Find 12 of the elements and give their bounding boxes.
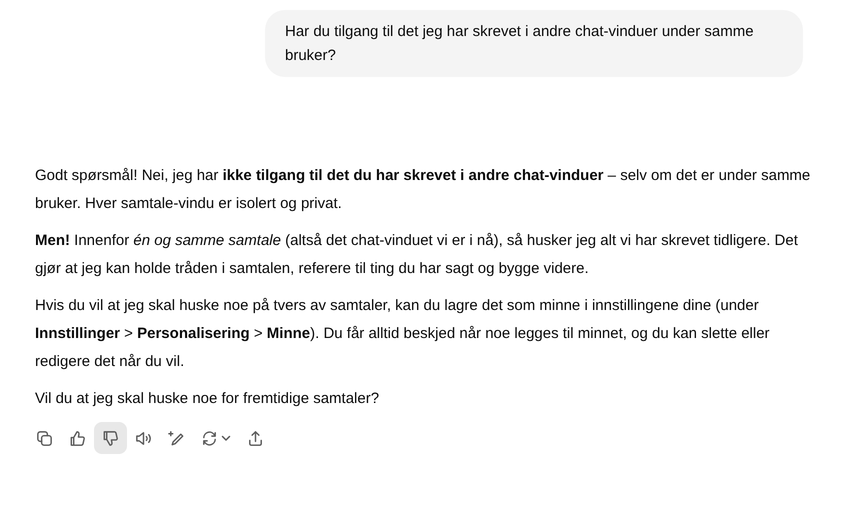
refresh-icon	[200, 428, 219, 448]
answer-paragraph: Vil du at jeg skal huske noe for fremtidige samtaler?	[35, 389, 380, 409]
pencil-icon	[167, 428, 186, 448]
thumbs-down-icon	[101, 428, 120, 448]
share-icon	[246, 428, 265, 448]
thumbs-down-button[interactable]	[94, 422, 127, 454]
answer-paragraph: Men! Innenfor én og samme samtale (altså det chat-vinduet vi er i nå), så husker jeg alt vi har skrevet tidligere. Det gjør at jeg kan holde tråden i samtalen, referere til ting du har sagt og bygge videre.	[35, 231, 799, 279]
answer-paragraph: Godt spørsmål! Nei, jeg har ikke tilgang til det du har skrevet i andre chat-vinduer – selv om det er under samme bruker. Hver samtale-vindu er isolert og privat.	[35, 166, 812, 214]
copy-icon	[35, 428, 54, 448]
user-message: Har du tilgang til det jeg har skrevet i andre chat-vinduer under samme bruker?	[265, 10, 803, 77]
answer-paragraph: Hvis du vil at jeg skal huske noe på tvers av samtaler, kan du lagre det som minne i innstillingene dine (under Innstillinger > Personalisering > Minne). Du får alltid beskjed når noe legges til minnet, og du kan slette eller redigere det når du vil.	[35, 296, 771, 372]
thumbs-up-icon	[68, 428, 87, 448]
